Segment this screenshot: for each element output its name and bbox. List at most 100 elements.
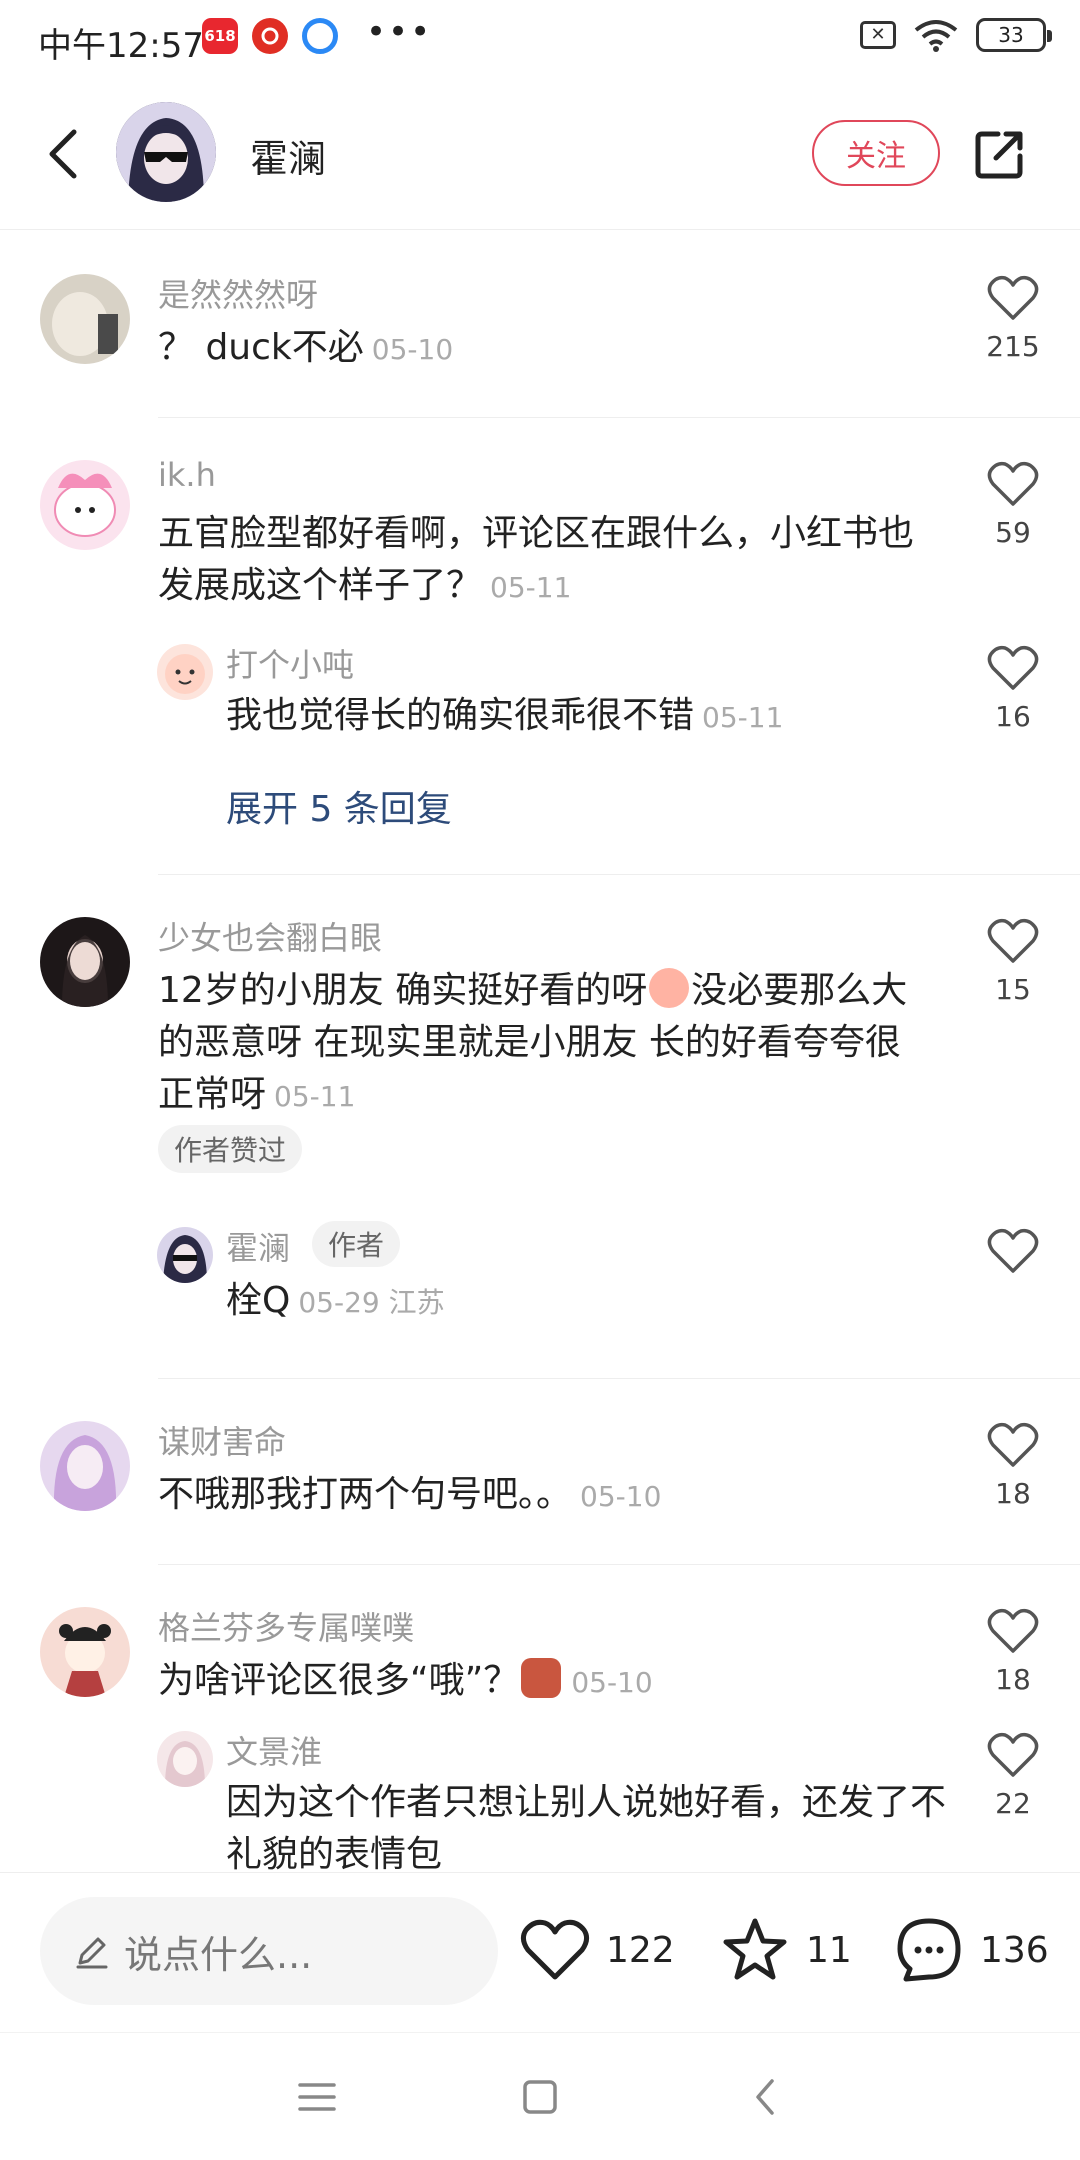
comment-text: ？ duck不必 05-10 [158, 322, 948, 376]
star-icon [723, 1918, 787, 1980]
user-avatar[interactable] [40, 274, 130, 364]
author-badge: 作者 [312, 1221, 401, 1267]
like-button[interactable] [980, 1227, 1046, 1279]
comment-username[interactable]: 是然然然呀 [158, 270, 318, 316]
like-button[interactable]: 15 [980, 917, 1046, 1006]
reply-user-avatar[interactable] [157, 1731, 213, 1787]
comment-body: ？ duck不必 [158, 327, 364, 368]
music-app-icon [252, 18, 288, 54]
header: 霍澜 关注 [0, 90, 1080, 230]
comment-text: 五官脸型都好看啊，评论区在跟什么，小红书也发展成这个样子了？ 05-11 [158, 508, 918, 614]
comment-username[interactable]: 格兰芬多专属噗噗 [158, 1603, 414, 1649]
reply-username[interactable]: 文景淮 [226, 1727, 322, 1773]
author-avatar[interactable] [116, 102, 216, 202]
reply-text: 栓Q 05-29 江苏 [226, 1275, 946, 1329]
status-time: 中午12:57 [38, 26, 204, 66]
comment-username[interactable]: 谋财害命 [158, 1417, 286, 1463]
divider [158, 417, 1080, 418]
like-count: 18 [995, 1663, 1031, 1696]
like-count: 16 [995, 700, 1031, 733]
comment-body: 不哦那我打两个句号吧。。 [158, 1474, 573, 1515]
reply-text: 因为这个作者只想让别人说她好看，还发了不礼貌的表情包 [226, 1777, 946, 1872]
heart-icon [987, 1608, 1039, 1653]
reply-user-avatar[interactable] [157, 644, 213, 700]
more-notifications-icon: ••• [366, 12, 433, 52]
angry-emoji-icon [521, 1658, 562, 1698]
like-count: 215 [986, 330, 1040, 363]
like-button[interactable]: 18 [980, 1421, 1046, 1510]
like-count: 59 [995, 516, 1031, 549]
heart-icon [987, 645, 1039, 690]
reply-date: 05-11 [702, 701, 784, 734]
post-star-count: 11 [806, 1929, 852, 1971]
expand-replies-link[interactable]: 展开 5 条回复 [226, 780, 452, 832]
bottom-action-bar: 说点什么... 122 11 136 [0, 1872, 1080, 2032]
heart-icon [987, 275, 1039, 320]
like-count: 18 [995, 1477, 1031, 1510]
battery-icon: 33 [976, 18, 1052, 52]
comment-text: 不哦那我打两个句号吧。。 05-10 [158, 1469, 948, 1523]
reply-body: 我也觉得长的确实很乖很不错 [226, 695, 695, 736]
comment-body: 为啥评论区很多“哦”？ [158, 1660, 520, 1701]
like-count: 22 [995, 1787, 1031, 1820]
comment-username[interactable]: 少女也会翻白眼 [158, 913, 382, 959]
reply-body: 因为这个作者只想让别人说她好看，还发了不礼貌的表情包 [226, 1782, 947, 1872]
chat-bubble-icon [897, 1918, 961, 1982]
back-arrow-icon[interactable] [38, 126, 94, 182]
comment-date: 05-11 [490, 571, 572, 604]
like-button[interactable]: 215 [980, 274, 1046, 363]
divider [158, 1564, 1080, 1565]
divider [158, 874, 1080, 875]
user-avatar[interactable] [40, 1607, 130, 1697]
heart-icon [987, 1422, 1039, 1467]
comment-username[interactable]: ik.h [158, 456, 216, 494]
reply-body: 栓Q [226, 1280, 291, 1321]
home-icon[interactable] [515, 2075, 565, 2119]
heart-icon [520, 1919, 590, 1980]
follow-button[interactable]: 关注 [812, 120, 940, 186]
like-button[interactable]: 59 [980, 460, 1046, 549]
comment-list: 是然然然呀 ？ duck不必 05-10 215 ik.h 五官脸型都好看啊，评论… [0, 232, 1080, 1872]
post-like-count: 122 [606, 1929, 675, 1971]
user-avatar[interactable] [40, 1421, 130, 1511]
like-button[interactable]: 22 [980, 1731, 1046, 1820]
heart-icon [987, 1228, 1039, 1273]
comment-date: 05-10 [580, 1480, 662, 1513]
like-count: 15 [995, 973, 1031, 1006]
reply-username[interactable]: 打个小吨 [226, 640, 354, 686]
heart-icon [987, 461, 1039, 506]
comment-input[interactable]: 说点什么... [40, 1897, 498, 2005]
user-avatar[interactable] [40, 460, 130, 550]
like-button[interactable]: 16 [980, 644, 1046, 733]
heart-icon [987, 1732, 1039, 1777]
comment-count-button[interactable]: 136 [892, 1913, 1049, 1987]
comment-input-placeholder: 说点什么... [124, 1932, 313, 1977]
reply-username[interactable]: 霍澜 [226, 1223, 290, 1269]
reply-text: 我也觉得长的确实很乖很不错 05-11 [226, 690, 946, 744]
divider [158, 1378, 1080, 1379]
wifi-icon [914, 20, 958, 52]
comment-date: 05-10 [571, 1666, 653, 1699]
like-post-button[interactable]: 122 [518, 1913, 675, 1987]
shopping-app-icon: 618 [202, 18, 238, 54]
menu-icon[interactable] [292, 2075, 342, 2119]
share-icon[interactable] [972, 126, 1028, 182]
comment-text: 为啥评论区很多“哦”？ 05-10 [158, 1655, 948, 1709]
collect-button[interactable]: 11 [718, 1913, 852, 1987]
back-nav-icon[interactable] [742, 2075, 792, 2119]
comment-body: 12岁的小朋友 确实挺好看的呀 [158, 970, 648, 1011]
peach-emoji-icon [649, 968, 690, 1008]
comment-date: 05-10 [371, 333, 454, 366]
like-button[interactable]: 18 [980, 1607, 1046, 1696]
heart-icon [987, 918, 1039, 963]
reply-user-avatar[interactable] [157, 1227, 213, 1283]
author-liked-badge: 作者赞过 [158, 1125, 303, 1173]
reply-date: 05-29 江苏 [298, 1286, 445, 1319]
author-name[interactable]: 霍澜 [250, 128, 326, 183]
pencil-icon [76, 1937, 108, 1969]
system-nav-bar [0, 2032, 1080, 2160]
user-avatar[interactable] [40, 917, 130, 1007]
video-app-icon [302, 18, 338, 54]
post-comment-count: 136 [980, 1929, 1049, 1971]
status-bar: 中午12:57 618 ••• ✕ 33 [0, 0, 1080, 80]
